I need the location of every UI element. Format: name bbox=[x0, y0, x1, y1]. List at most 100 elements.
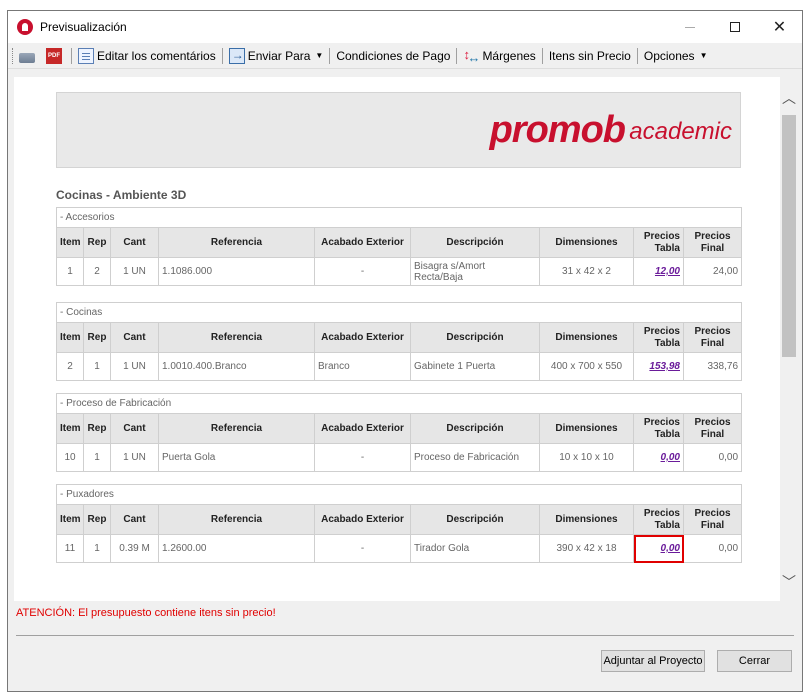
header-rep: Rep bbox=[83, 504, 111, 535]
highlighted-price-cell: 0,00 bbox=[633, 534, 684, 563]
header-rep: Rep bbox=[83, 227, 111, 258]
send-icon bbox=[228, 47, 245, 64]
cell-item: 11 bbox=[56, 534, 84, 563]
toolbar-separator bbox=[221, 47, 223, 64]
header-descripcion: Descripción bbox=[410, 413, 540, 444]
table-row: 11 1 0.39 M 1.2600.00 - Tirador Gola 390… bbox=[56, 534, 743, 563]
cell-cant: 0.39 M bbox=[110, 534, 159, 563]
dropdown-caret-icon: ▼ bbox=[699, 51, 708, 60]
window-title: Previsualización bbox=[40, 20, 127, 34]
cell-precio-final: 0,00 bbox=[682, 534, 743, 563]
header-descripcion: Descripción bbox=[410, 322, 540, 353]
header-precios-tabla: Precios Tabla bbox=[633, 322, 684, 353]
cell-dimensiones: 400 x 700 x 550 bbox=[539, 352, 634, 381]
promob-logo: promob bbox=[489, 109, 626, 151]
section-table: - Proceso de Fabricación Item Rep Cant R… bbox=[55, 393, 743, 472]
cell-descripcion: Tirador Gola bbox=[410, 534, 540, 563]
items-without-price-label: Itens sin Precio bbox=[548, 48, 631, 63]
minimize-button[interactable] bbox=[667, 11, 712, 43]
preview-window: Previsualización ✕ PDF Editar los coment… bbox=[7, 10, 803, 692]
cell-dimensiones: 390 x 42 x 18 bbox=[539, 534, 634, 563]
close-button[interactable]: ✕ bbox=[757, 11, 802, 43]
send-to-label: Enviar Para bbox=[247, 48, 311, 63]
header-cant: Cant bbox=[110, 413, 159, 444]
promob-app-icon bbox=[17, 19, 33, 35]
print-button[interactable] bbox=[15, 45, 42, 67]
cell-acabado: - bbox=[314, 257, 411, 286]
section-table: - Accesorios Item Rep Cant Referencia Ac… bbox=[55, 207, 743, 286]
close-dialog-button[interactable]: Cerrar bbox=[717, 650, 792, 672]
header-item: Item bbox=[56, 322, 84, 353]
price-table-link[interactable]: 153,98 bbox=[649, 361, 680, 372]
report-heading: Cocinas - Ambiente 3D bbox=[56, 188, 187, 202]
scroll-down-icon[interactable]: ﹀ bbox=[780, 573, 798, 591]
header-cant: Cant bbox=[110, 227, 159, 258]
section-table: - Cocinas Item Rep Cant Referencia Acaba… bbox=[55, 302, 743, 381]
header-item: Item bbox=[56, 504, 84, 535]
toolbar: PDF Editar los comentários Enviar Para ▼… bbox=[8, 43, 802, 69]
header-acabado: Acabado Exterior bbox=[314, 227, 411, 258]
cell-precio-final: 24,00 bbox=[682, 257, 743, 286]
toolbar-separator bbox=[71, 47, 72, 64]
cell-acabado: - bbox=[314, 534, 411, 563]
payment-conditions-label: Condiciones de Pago bbox=[336, 48, 451, 63]
items-without-price-button[interactable]: Itens sin Precio bbox=[545, 45, 635, 67]
send-to-dropdown[interactable]: Enviar Para ▼ bbox=[225, 45, 328, 67]
price-table-link[interactable]: 0,00 bbox=[661, 543, 680, 554]
cell-item: 1 bbox=[56, 257, 84, 286]
cell-precio-final: 0,00 bbox=[682, 443, 743, 472]
printer-icon bbox=[19, 52, 35, 63]
margins-icon bbox=[463, 47, 480, 65]
cell-rep: 1 bbox=[83, 443, 111, 472]
cell-referencia: 1.2600.00 bbox=[158, 534, 315, 563]
cell-descripcion: Proceso de Fabricación bbox=[410, 443, 540, 472]
missing-price-warning: ATENCIÓN: El presupuesto contiene itens … bbox=[16, 607, 276, 619]
header-cant: Cant bbox=[110, 504, 159, 535]
attach-to-project-button[interactable]: Adjuntar al Proyecto bbox=[601, 650, 705, 672]
edit-comments-label: Editar los comentários bbox=[97, 48, 216, 63]
header-acabado: Acabado Exterior bbox=[314, 413, 411, 444]
header-dimensiones: Dimensiones bbox=[539, 504, 634, 535]
cell-acabado: - bbox=[314, 443, 411, 472]
header-referencia: Referencia bbox=[158, 413, 315, 444]
close-icon: ✕ bbox=[772, 19, 787, 36]
header-referencia: Referencia bbox=[158, 227, 315, 258]
maximize-icon bbox=[729, 22, 740, 32]
section-table: - Puxadores Item Rep Cant Referencia Aca… bbox=[55, 484, 743, 563]
cell-dimensiones: 10 x 10 x 10 bbox=[539, 443, 634, 472]
price-table-link[interactable]: 0,00 bbox=[661, 452, 680, 463]
header-item: Item bbox=[56, 413, 84, 444]
header-referencia: Referencia bbox=[158, 504, 315, 535]
pdf-button[interactable]: PDF bbox=[42, 45, 69, 67]
title-bar: Previsualización ✕ bbox=[8, 11, 802, 43]
toolbar-separator bbox=[636, 47, 638, 64]
options-dropdown[interactable]: Opciones ▼ bbox=[640, 45, 712, 67]
cell-item: 2 bbox=[56, 352, 84, 381]
minimize-icon bbox=[684, 26, 695, 28]
edit-comments-button[interactable]: Editar los comentários bbox=[74, 45, 220, 67]
price-table-link[interactable]: 12,00 bbox=[655, 266, 680, 277]
table-row: 2 1 1 UN 1.0010.400.Branco Branco Gabine… bbox=[56, 352, 743, 381]
report-preview[interactable]: promob academic Cocinas - Ambiente 3D - … bbox=[14, 77, 780, 601]
cell-referencia: 1.1086.000 bbox=[158, 257, 315, 286]
report-logo-banner: promob academic bbox=[56, 92, 741, 168]
cell-rep: 1 bbox=[83, 352, 111, 381]
edit-comments-icon bbox=[78, 47, 94, 64]
header-acabado: Acabado Exterior bbox=[314, 322, 411, 353]
header-dimensiones: Dimensiones bbox=[539, 227, 634, 258]
maximize-button[interactable] bbox=[712, 11, 757, 43]
dropdown-caret-icon: ▼ bbox=[315, 51, 324, 60]
toolbar-separator bbox=[541, 47, 543, 64]
cell-descripcion: Gabinete 1 Puerta bbox=[410, 352, 540, 381]
header-descripcion: Descripción bbox=[410, 227, 540, 258]
scroll-up-icon[interactable]: ︿ bbox=[780, 89, 798, 107]
header-precios-tabla: Precios Tabla bbox=[633, 413, 684, 444]
scrollbar-thumb[interactable] bbox=[782, 115, 796, 357]
payment-conditions-button[interactable]: Condiciones de Pago bbox=[332, 45, 454, 67]
academic-logo: academic bbox=[629, 118, 732, 145]
vertical-scrollbar[interactable]: ︿ ﹀ bbox=[780, 77, 798, 601]
cell-rep: 1 bbox=[83, 534, 111, 563]
cell-referencia: 1.0010.400.Branco bbox=[158, 352, 315, 381]
margins-button[interactable]: Márgenes bbox=[459, 45, 539, 67]
cell-rep: 2 bbox=[83, 257, 111, 286]
